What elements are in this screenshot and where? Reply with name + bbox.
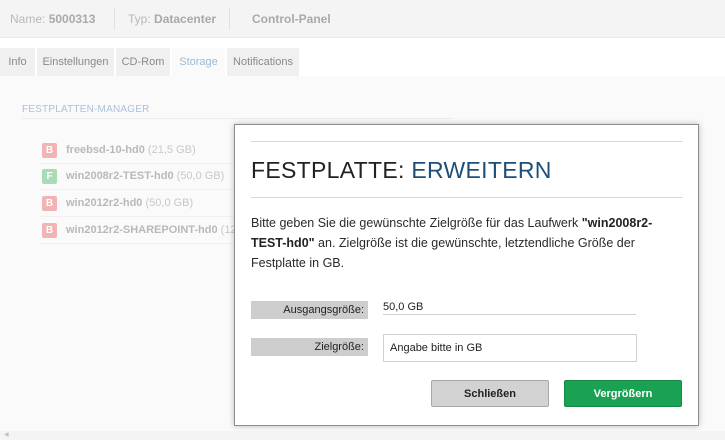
disk-name: win2008r2-TEST-hd0	[66, 170, 174, 182]
disk-name: freebsd-10-hd0	[66, 144, 145, 156]
disk-badge: B	[42, 196, 57, 211]
grow-button[interactable]: Vergrößern	[564, 380, 682, 407]
target-size-input[interactable]	[383, 334, 637, 362]
server-name-value: 5000313	[48, 12, 96, 26]
server-type: Typ: Datacenter	[128, 0, 216, 38]
source-size-label: Ausgangsgröße:	[251, 301, 368, 319]
disk-item[interactable]: B win2012r2-hd0 (50,0 GB)	[42, 194, 242, 214]
disk-size: (50,0 GB)	[176, 170, 225, 182]
tab-notifications[interactable]: Notifications	[227, 48, 300, 76]
resize-disk-dialog: FESTPLATTE: ERWEITERN Bitte geben Sie di…	[234, 124, 699, 426]
disk-badge: F	[42, 169, 57, 184]
disk-badge: B	[42, 223, 57, 238]
divider	[229, 8, 230, 30]
divider	[40, 189, 240, 190]
divider	[40, 243, 240, 244]
info-bar: Name: 5000313 Typ: Datacenter Control-Pa…	[0, 0, 725, 38]
disk-item[interactable]: B win2012r2-SHAREPOINT-hd0 (12	[42, 221, 242, 241]
control-panel-link[interactable]: Control-Panel	[252, 0, 331, 38]
control-panel-label: Control-Panel	[252, 12, 331, 26]
scroll-left-icon[interactable]: ◀	[4, 432, 10, 438]
divider	[251, 197, 683, 198]
dialog-title-accent: ERWEITERN	[411, 157, 552, 183]
close-button[interactable]: Schließen	[431, 380, 549, 407]
dialog-description: Bitte geben Sie die gewünschte Zielgröße…	[251, 213, 683, 273]
server-type-value: Datacenter	[154, 12, 217, 26]
divider	[40, 216, 240, 217]
tab-bar: Info Einstellungen CD-Rom Storage Notifi…	[0, 48, 725, 76]
server-name-label: Name:	[10, 12, 46, 26]
disk-name: win2012r2-hd0	[66, 197, 143, 209]
divider	[114, 8, 115, 30]
server-name: Name: 5000313	[10, 0, 95, 38]
disk-size: (21,5 GB)	[147, 144, 196, 156]
disk-item[interactable]: B freebsd-10-hd0 (21,5 GB)	[42, 141, 242, 161]
divider	[40, 163, 240, 164]
divider	[22, 118, 452, 119]
disk-size: (50,0 GB)	[145, 197, 194, 209]
target-size-label: Zielgröße:	[251, 338, 368, 356]
section-title: FESTPLATTEN-MANAGER	[22, 104, 150, 115]
tab-info[interactable]: Info	[0, 48, 36, 76]
tab-cd-rom[interactable]: CD-Rom	[116, 48, 171, 76]
horizontal-scrollbar[interactable]: ◀	[0, 431, 725, 440]
dialog-title-prefix: FESTPLATTE:	[251, 157, 405, 183]
dialog-title: FESTPLATTE: ERWEITERN	[251, 157, 552, 184]
server-type-label: Typ:	[128, 12, 151, 26]
source-size-value: 50,0 GB	[383, 301, 636, 315]
disk-item[interactable]: F win2008r2-TEST-hd0 (50,0 GB)	[42, 167, 242, 187]
description-text: Bitte geben Sie die gewünschte Zielgröße…	[251, 216, 582, 230]
tab-storage[interactable]: Storage	[172, 48, 226, 76]
disk-name: win2012r2-SHAREPOINT-hd0	[66, 224, 218, 236]
divider	[251, 141, 683, 142]
disk-badge: B	[42, 143, 57, 158]
tab-einstellungen[interactable]: Einstellungen	[37, 48, 115, 76]
